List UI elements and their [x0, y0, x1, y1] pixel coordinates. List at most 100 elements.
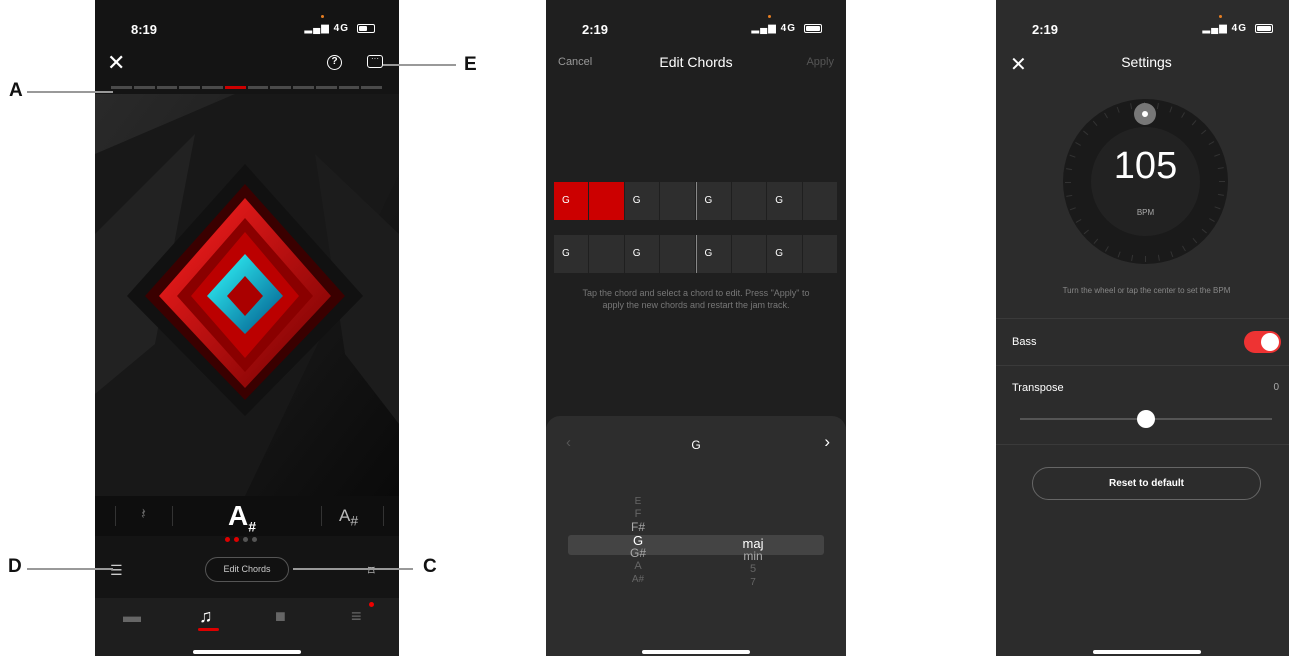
tab-music-icon[interactable]: ♫: [199, 606, 213, 627]
tab-video-icon[interactable]: ■: [275, 606, 286, 627]
transpose-slider-thumb[interactable]: [1137, 410, 1155, 428]
callout-c-line: [293, 568, 413, 570]
callout-a: A: [9, 80, 23, 101]
bookmark-icon[interactable]: ⌑: [368, 563, 375, 579]
chord-cell[interactable]: [731, 235, 767, 273]
wheel-tick: [1083, 229, 1089, 235]
current-chord: A#: [228, 500, 257, 535]
progress-segment: [293, 86, 314, 89]
edit-chords-button[interactable]: Edit Chords: [205, 557, 289, 582]
tab-case-icon[interactable]: ▬: [123, 606, 141, 627]
wheel-tick: [1181, 112, 1185, 118]
chord-cell[interactable]: G: [554, 182, 589, 220]
chord-cell-label: G: [562, 248, 570, 259]
root-option[interactable]: A#: [613, 573, 663, 586]
progress-segment: [133, 86, 155, 89]
root-option[interactable]: G#: [613, 547, 663, 560]
wheel-tick: [1156, 103, 1159, 110]
progress-segment: [111, 86, 132, 89]
callout-d: D: [8, 556, 22, 577]
chord-cell[interactable]: [731, 182, 767, 220]
bpm-value: 105: [1113, 145, 1178, 187]
wheel-tick: [1145, 256, 1146, 262]
root-picker[interactable]: E F F# G G# A A#: [613, 495, 663, 586]
callout-e: E: [464, 54, 477, 75]
transpose-value: 0: [1273, 382, 1279, 393]
home-indicator: [193, 650, 301, 654]
battery-icon: [804, 24, 822, 33]
quality-picker[interactable]: maj min 5 7: [728, 537, 778, 589]
status-bar: 2:19 ▂▄▆ 4G: [546, 15, 846, 40]
wheel-tick: [1169, 106, 1173, 113]
chord-cell[interactable]: G: [624, 182, 660, 220]
status-bar: 2:19 ▂▄▆ 4G: [996, 15, 1289, 40]
edit-hint: Tap the chord and select a chord to edit…: [582, 288, 810, 310]
chord-cell[interactable]: [589, 182, 624, 220]
root-option[interactable]: E: [613, 495, 663, 508]
wheel-tick: [1075, 219, 1082, 223]
wheel-tick: [1083, 130, 1089, 136]
quality-option[interactable]: 5: [728, 563, 778, 576]
help-icon[interactable]: ?: [327, 55, 342, 70]
wheel-tick: [1105, 246, 1109, 252]
progress-segment: [202, 86, 223, 89]
page-title: Edit Chords: [659, 54, 733, 70]
divider: [996, 365, 1289, 366]
close-icon[interactable]: ✕: [107, 52, 125, 74]
chat-icon[interactable]: ···: [367, 55, 383, 68]
reset-button[interactable]: Reset to default: [1032, 467, 1261, 500]
chord-cell[interactable]: [660, 182, 695, 220]
quality-option[interactable]: min: [728, 550, 778, 563]
chord-cell[interactable]: G: [767, 235, 802, 273]
wheel-tick: [1131, 254, 1134, 261]
wheel-tick: [1066, 194, 1073, 197]
album-art: [95, 94, 399, 496]
next-chord: A#: [339, 506, 359, 529]
bass-label: Bass: [1012, 336, 1037, 348]
settings-screen: 2:19 ▂▄▆ 4G ✕ Settings 105 BPM Turn the …: [996, 0, 1289, 656]
progress-segment: [338, 86, 360, 89]
rest-icon: 𝄽: [141, 506, 146, 523]
recording-dot: [321, 15, 324, 18]
chord-cell[interactable]: [802, 182, 837, 220]
apply-button[interactable]: Apply: [806, 56, 834, 68]
song-progress[interactable]: [111, 86, 382, 89]
chord-cell[interactable]: G: [695, 235, 731, 273]
chord-cell[interactable]: G: [695, 182, 731, 220]
progress-segment: [361, 86, 382, 89]
progress-segment: [315, 86, 337, 89]
quality-option[interactable]: 7: [728, 576, 778, 589]
chord-cell[interactable]: G: [554, 235, 589, 273]
root-option[interactable]: A: [613, 560, 663, 573]
chord-cell[interactable]: G: [624, 235, 660, 273]
wheel-tick: [1130, 103, 1133, 110]
wheel-tick: [1201, 228, 1207, 234]
chord-row-1: GGGG: [554, 182, 838, 220]
chord-row-2: GGGG: [554, 235, 838, 273]
progress-segment: [179, 86, 200, 89]
chord-cell[interactable]: G: [767, 182, 802, 220]
chord-cell-label: G: [632, 195, 641, 206]
signal-indicator: ▂▄▆ 4G: [1202, 23, 1247, 34]
wheel-knob[interactable]: [1134, 103, 1156, 125]
chord-cell-label: G: [632, 248, 641, 259]
selected-chord-label: G: [691, 438, 701, 452]
chord-cell[interactable]: [589, 235, 624, 273]
callout-e-line: [383, 64, 456, 66]
wheel-tick: [1117, 251, 1121, 258]
chord-cell[interactable]: [802, 235, 837, 273]
wheel-tick: [1209, 218, 1215, 222]
callout-d-line: [27, 568, 113, 570]
divider: [996, 318, 1289, 319]
edit-chords-screen: 2:19 ▂▄▆ 4G Cancel Edit Chords Apply GGG…: [546, 0, 846, 656]
next-chord-chevron-icon[interactable]: ›: [824, 432, 830, 452]
chord-cell[interactable]: [660, 235, 695, 273]
tab-menu-icon[interactable]: ≡: [351, 606, 362, 627]
wheel-tick: [1093, 238, 1099, 244]
mixer-icon[interactable]: ☰: [110, 562, 123, 579]
active-tab-indicator: [198, 628, 219, 631]
bpm-wheel[interactable]: 105 BPM: [1063, 99, 1228, 264]
notification-badge: [369, 602, 374, 607]
page-title: Settings: [1121, 54, 1172, 70]
bass-toggle[interactable]: [1244, 331, 1281, 353]
